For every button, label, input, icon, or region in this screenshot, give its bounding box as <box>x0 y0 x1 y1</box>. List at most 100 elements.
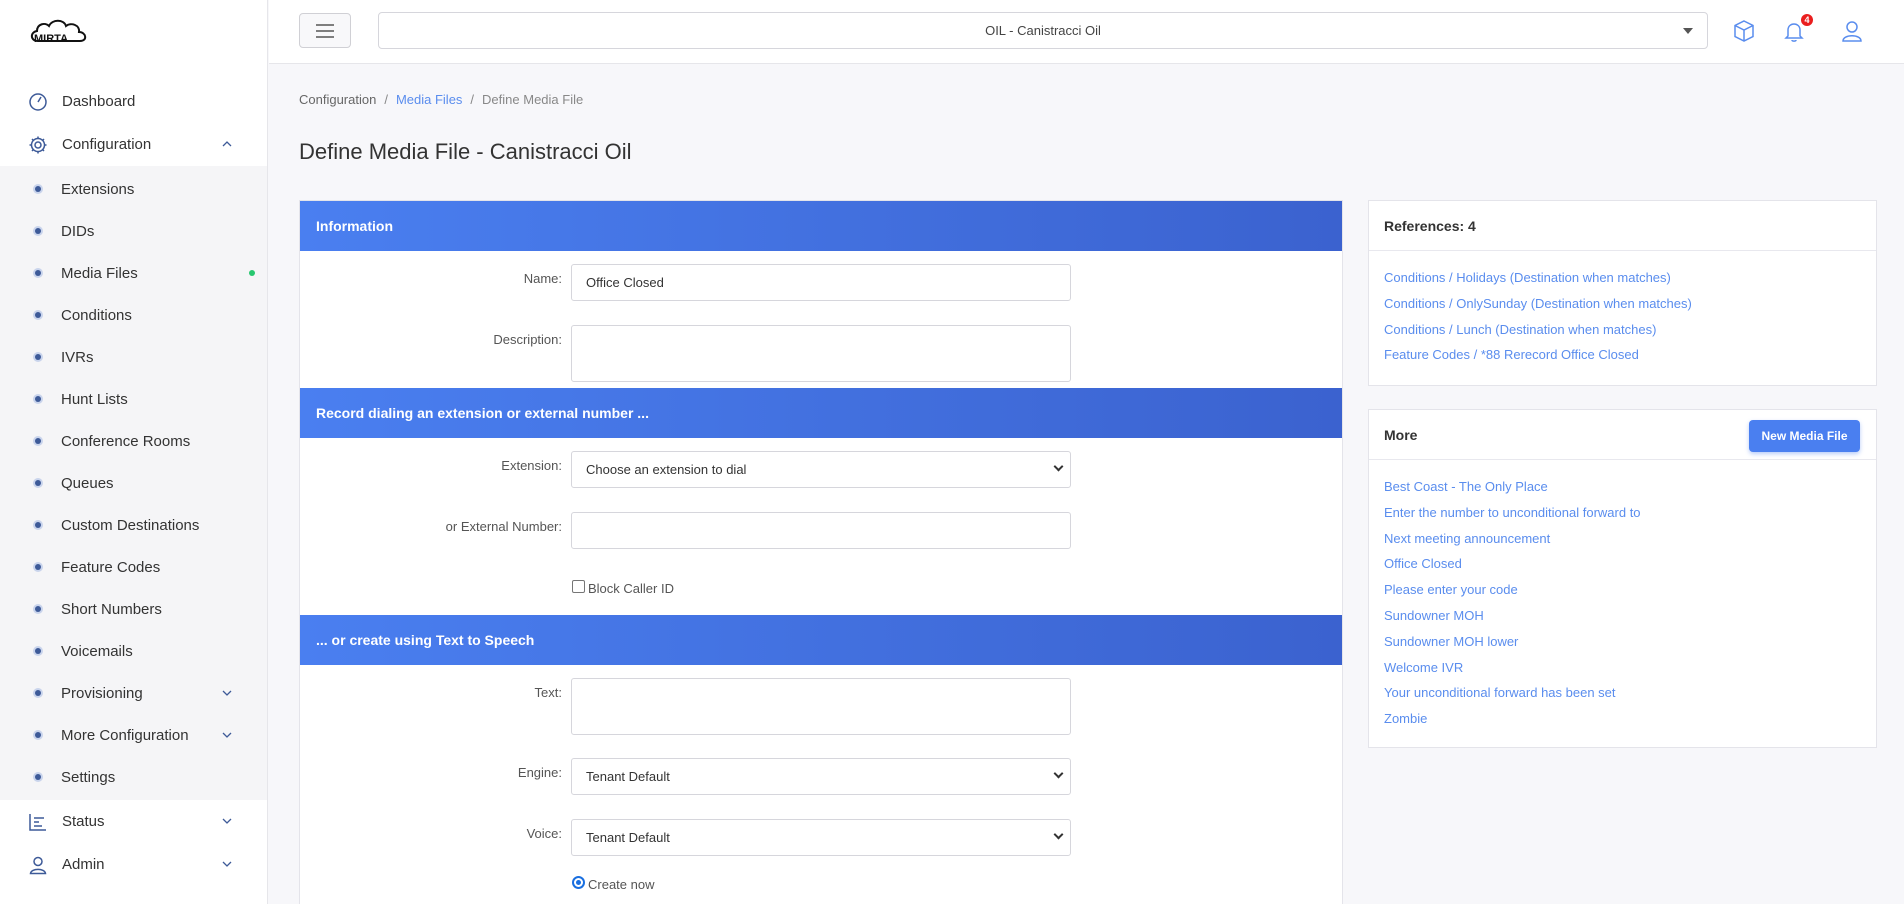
media-file-link[interactable]: Welcome IVR <box>1384 655 1861 681</box>
engine-select[interactable]: Tenant Default <box>571 758 1071 795</box>
description-row: Description: <box>300 312 1342 388</box>
engine-label: Engine: <box>517 765 562 780</box>
user-icon <box>28 855 48 875</box>
sidebar-item-feature-codes[interactable]: Feature Codes <box>0 546 267 588</box>
sidebar-item-queues[interactable]: Queues <box>0 462 267 504</box>
sidebar-item-label: DIDs <box>61 222 95 240</box>
reference-link[interactable]: Conditions / OnlySunday (Destination whe… <box>1384 291 1861 317</box>
record-section-header: Record dialing an extension or external … <box>300 388 1342 438</box>
sidebar-item-label: Hunt Lists <box>61 390 128 408</box>
notification-badge: 4 <box>1801 14 1813 26</box>
sidebar-item-label: Voicemails <box>61 642 133 660</box>
media-file-link[interactable]: Enter the number to unconditional forwar… <box>1384 500 1861 526</box>
bullet-icon <box>35 354 41 360</box>
sidebar-item-more-configuration[interactable]: More Configuration <box>0 714 267 756</box>
sidebar-item-hunt-lists[interactable]: Hunt Lists <box>0 378 267 420</box>
reference-link[interactable]: Conditions / Holidays (Destination when … <box>1384 265 1861 291</box>
nav-status-label: Status <box>62 813 105 830</box>
create-now-radio[interactable] <box>572 876 585 889</box>
chevron-down-icon <box>221 814 233 831</box>
tts-section-header: ... or create using Text to Speech <box>300 615 1342 665</box>
reference-link[interactable]: Conditions / Lunch (Destination when mat… <box>1384 317 1861 343</box>
block-caller-id-checkbox[interactable] <box>572 580 585 593</box>
chevron-down-icon <box>221 728 233 745</box>
sidebar-item-label: IVRs <box>61 348 94 366</box>
chevron-up-icon <box>221 137 233 154</box>
sidebar-item-label: Extensions <box>61 180 135 198</box>
logo[interactable]: MIRTA <box>0 0 267 64</box>
chevron-down-icon <box>1053 829 1064 840</box>
media-file-link[interactable]: Next meeting announcement <box>1384 526 1861 552</box>
references-card: References: 4 Conditions / Holidays (Des… <box>1368 200 1877 386</box>
external-number-row: or External Number: <box>300 499 1342 560</box>
sidebar-item-custom-destinations[interactable]: Custom Destinations <box>0 504 267 546</box>
bullet-icon <box>35 480 41 486</box>
chevron-down-icon <box>221 857 233 874</box>
sidebar-item-extensions[interactable]: Extensions <box>0 168 267 210</box>
bullet-icon <box>35 522 41 528</box>
sidebar-item-ivrs[interactable]: IVRs <box>0 336 267 378</box>
profile-icon[interactable] <box>1839 18 1865 44</box>
nav-configuration[interactable]: Configuration <box>0 123 267 166</box>
references-title: References: 4 <box>1369 201 1876 251</box>
sidebar-item-dids[interactable]: DIDs <box>0 210 267 252</box>
new-media-file-button[interactable]: New Media File <box>1749 420 1860 452</box>
nav-dashboard[interactable]: Dashboard <box>0 80 267 123</box>
breadcrumb-media-files-link[interactable]: Media Files <box>396 92 462 107</box>
breadcrumb: Configuration / Media Files / Define Media F… <box>299 92 583 107</box>
sidebar-item-short-numbers[interactable]: Short Numbers <box>0 588 267 630</box>
media-file-link[interactable]: Your unconditional forward has been set <box>1384 680 1861 706</box>
sidebar-item-voicemails[interactable]: Voicemails <box>0 630 267 672</box>
name-input[interactable]: Office Closed <box>571 264 1071 301</box>
page-title: Define Media File - Canistracci Oil <box>299 139 632 164</box>
more-title: More <box>1384 426 1418 443</box>
name-label: Name: <box>523 271 562 286</box>
sidebar-item-conference-rooms[interactable]: Conference Rooms <box>0 420 267 462</box>
logo-text: MIRTA <box>34 33 68 45</box>
description-label: Description: <box>493 332 562 347</box>
sidebar-item-settings[interactable]: Settings <box>0 756 267 798</box>
media-file-link[interactable]: Office Closed <box>1384 551 1861 577</box>
bullet-icon <box>35 732 41 738</box>
nav-admin[interactable]: Admin <box>0 843 267 886</box>
breadcrumb-separator: / <box>470 92 475 107</box>
description-input[interactable] <box>571 325 1071 382</box>
reference-link[interactable]: Feature Codes / *88 Rerecord Office Clos… <box>1384 342 1861 368</box>
media-file-link[interactable]: Zombie <box>1384 706 1861 732</box>
bullet-icon <box>35 270 41 276</box>
tenant-select[interactable]: OIL - Canistracci Oil <box>378 12 1708 49</box>
caret-down-icon <box>1683 28 1693 34</box>
engine-select-value: Tenant Default <box>586 769 670 784</box>
block-caller-id-row: Block Caller ID <box>300 560 1342 615</box>
create-now-label: Create now <box>588 877 655 892</box>
tts-text-input[interactable] <box>571 678 1071 735</box>
voice-select-value: Tenant Default <box>586 830 670 845</box>
nav-configuration-label: Configuration <box>62 136 152 153</box>
media-file-link[interactable]: Please enter your code <box>1384 577 1861 603</box>
external-number-input[interactable] <box>571 512 1071 549</box>
extension-select[interactable]: Choose an extension to dial <box>571 451 1071 488</box>
media-file-link[interactable]: Sundowner MOH lower <box>1384 629 1861 655</box>
bullet-icon <box>35 228 41 234</box>
sidebar-item-label: More Configuration <box>61 726 189 744</box>
voice-select[interactable]: Tenant Default <box>571 819 1071 856</box>
sidebar-item-label: Settings <box>61 768 116 786</box>
bullet-icon <box>35 774 41 780</box>
media-file-link[interactable]: Sundowner MOH <box>1384 603 1861 629</box>
box-icon[interactable] <box>1731 18 1757 44</box>
bullet-icon <box>35 312 41 318</box>
sidebar-item-label: Media Files <box>61 264 138 282</box>
media-file-form: Information Name: Office Closed Descript… <box>299 200 1343 904</box>
media-files-list: Best Coast - The Only Place Enter the nu… <box>1369 460 1876 742</box>
nav-status[interactable]: Status <box>0 800 267 843</box>
dashboard-icon <box>28 92 48 112</box>
sidebar-item-conditions[interactable]: Conditions <box>0 294 267 336</box>
menu-toggle-button[interactable] <box>299 13 351 48</box>
sidebar-item-media-files[interactable]: Media Files <box>0 252 267 294</box>
sidebar-item-label: Feature Codes <box>61 558 161 576</box>
sidebar: MIRTA Dashboard Configuration Extensions… <box>0 0 268 904</box>
media-file-link[interactable]: Best Coast - The Only Place <box>1384 474 1861 500</box>
voice-row: Voice: Tenant Default <box>300 806 1342 867</box>
sidebar-item-provisioning[interactable]: Provisioning <box>0 672 267 714</box>
bell-icon[interactable]: 4 <box>1781 14 1813 44</box>
